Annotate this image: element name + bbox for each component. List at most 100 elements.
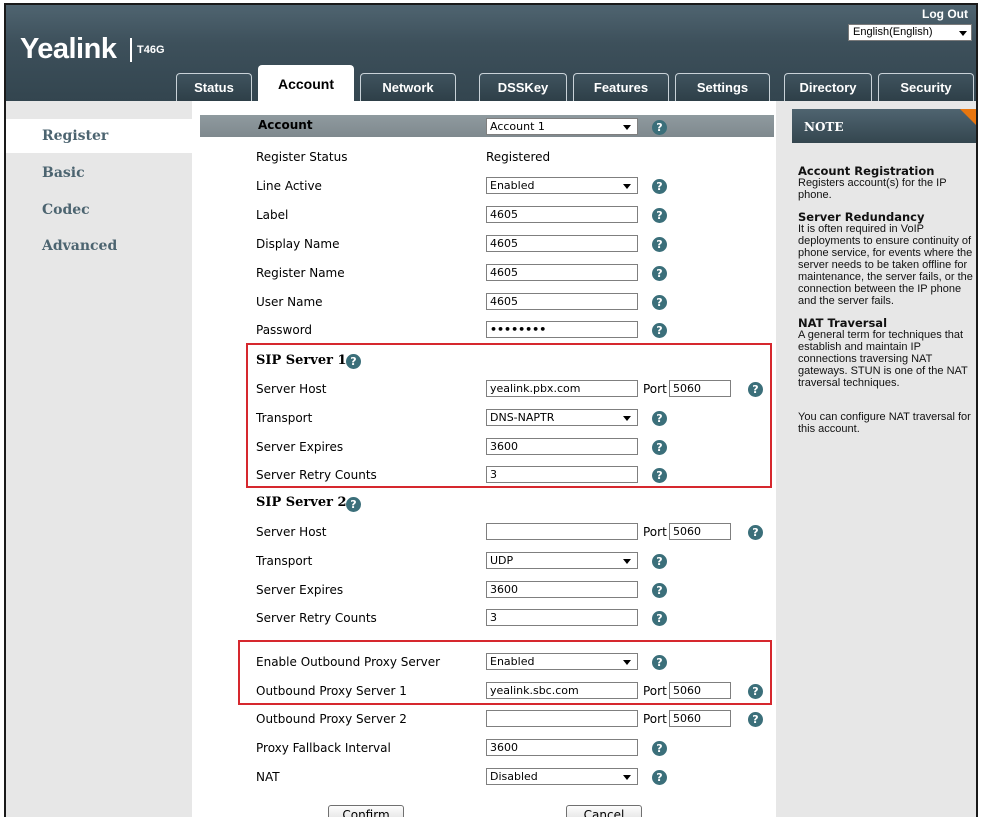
line-active-value: Enabled bbox=[490, 179, 535, 192]
sip1-transport-select[interactable]: DNS-NAPTR bbox=[486, 409, 638, 426]
outbound-enable-value: Enabled bbox=[490, 655, 535, 668]
note-title: NOTE bbox=[804, 120, 844, 134]
register-status-value: Registered bbox=[486, 150, 551, 164]
tab-status[interactable]: Status bbox=[176, 73, 252, 101]
user-name-input[interactable]: 4605 bbox=[486, 293, 638, 310]
outbound2-port-input[interactable]: 5060 bbox=[669, 710, 731, 727]
tab-account[interactable]: Account bbox=[258, 65, 354, 101]
sip2-server-host-label: Server Host bbox=[256, 525, 327, 539]
tab-security[interactable]: Security bbox=[878, 73, 974, 101]
sip2-expires-input[interactable]: 3600 bbox=[486, 581, 638, 598]
user-name-label: User Name bbox=[256, 295, 323, 309]
help-icon[interactable]: ? bbox=[652, 440, 667, 455]
fallback-input[interactable]: 3600 bbox=[486, 739, 638, 756]
corner-triangle-icon bbox=[960, 109, 976, 129]
help-icon[interactable]: ? bbox=[652, 208, 667, 223]
sidebar-item-codec[interactable]: Codec bbox=[42, 202, 90, 218]
sip2-transport-value: UDP bbox=[490, 554, 514, 567]
tab-dsskey[interactable]: DSSKey bbox=[479, 73, 567, 101]
help-icon[interactable]: ? bbox=[748, 712, 763, 727]
language-select[interactable]: English(English) bbox=[848, 24, 972, 41]
help-icon[interactable]: ? bbox=[652, 120, 667, 135]
tab-network[interactable]: Network bbox=[360, 73, 456, 101]
chevron-down-icon bbox=[623, 416, 631, 421]
password-input[interactable]: •••••••• bbox=[486, 321, 638, 338]
nat-label: NAT bbox=[256, 770, 280, 784]
tab-settings[interactable]: Settings bbox=[675, 73, 770, 101]
help-icon[interactable]: ? bbox=[652, 741, 667, 756]
sip-server-2-title: SIP Server 2 bbox=[256, 495, 347, 510]
nat-select[interactable]: Disabled bbox=[486, 768, 638, 785]
chevron-down-icon bbox=[623, 559, 631, 564]
register-name-input[interactable]: 4605 bbox=[486, 264, 638, 281]
sidebar: Register Basic Codec Advanced bbox=[6, 101, 192, 817]
note-text: Registers account(s) for the IP phone. bbox=[798, 177, 947, 201]
sip1-expires-label: Server Expires bbox=[256, 440, 344, 454]
sip2-transport-select[interactable]: UDP bbox=[486, 552, 638, 569]
sidebar-item-advanced[interactable]: Advanced bbox=[42, 238, 117, 254]
account-select[interactable]: Account 1 bbox=[486, 118, 638, 135]
sip1-retry-label: Server Retry Counts bbox=[256, 468, 377, 482]
help-icon[interactable]: ? bbox=[748, 525, 763, 540]
sip2-transport-label: Transport bbox=[256, 554, 313, 568]
outbound2-input[interactable] bbox=[486, 710, 638, 727]
chevron-down-icon bbox=[623, 660, 631, 665]
note-heading: Server Redundancy bbox=[798, 210, 925, 224]
cancel-button[interactable]: Cancel bbox=[566, 805, 642, 817]
sip2-retry-input[interactable]: 3 bbox=[486, 609, 638, 626]
help-icon[interactable]: ? bbox=[652, 323, 667, 338]
sip1-server-host-input[interactable]: yealink.pbx.com bbox=[486, 380, 638, 397]
help-icon[interactable]: ? bbox=[652, 468, 667, 483]
sip2-server-host-input[interactable] bbox=[486, 523, 638, 540]
fallback-label: Proxy Fallback Interval bbox=[256, 741, 391, 755]
help-icon[interactable]: ? bbox=[652, 295, 667, 310]
register-form: Account Account 1 ? Register Status Regi… bbox=[192, 101, 785, 817]
sip1-expires-input[interactable]: 3600 bbox=[486, 438, 638, 455]
outbound1-port-label: Port bbox=[643, 684, 667, 698]
display-name-label: Display Name bbox=[256, 237, 340, 251]
help-icon[interactable]: ? bbox=[652, 583, 667, 598]
sip1-transport-label: Transport bbox=[256, 411, 313, 425]
confirm-button[interactable]: Confirm bbox=[328, 805, 404, 817]
outbound-enable-select[interactable]: Enabled bbox=[486, 653, 638, 670]
help-icon[interactable]: ? bbox=[652, 611, 667, 626]
help-icon[interactable]: ? bbox=[652, 770, 667, 785]
chevron-down-icon bbox=[623, 125, 631, 130]
chevron-down-icon bbox=[959, 31, 967, 36]
help-icon[interactable]: ? bbox=[652, 554, 667, 569]
chevron-down-icon bbox=[623, 775, 631, 780]
sip1-retry-input[interactable]: 3 bbox=[486, 466, 638, 483]
help-icon[interactable]: ? bbox=[748, 382, 763, 397]
sip2-port-label: Port bbox=[643, 525, 667, 539]
tab-features[interactable]: Features bbox=[573, 73, 669, 101]
sidebar-item-basic[interactable]: Basic bbox=[42, 165, 85, 181]
help-icon[interactable]: ? bbox=[652, 237, 667, 252]
sidebar-item-register[interactable]: Register bbox=[6, 119, 192, 153]
help-icon[interactable]: ? bbox=[652, 411, 667, 426]
help-icon[interactable]: ? bbox=[652, 266, 667, 281]
tab-directory[interactable]: Directory bbox=[784, 73, 872, 101]
register-name-label: Register Name bbox=[256, 266, 345, 280]
logout-link[interactable]: Log Out bbox=[922, 7, 968, 21]
help-icon[interactable]: ? bbox=[346, 497, 361, 512]
note-body: Account Registration Registers account(s)… bbox=[798, 165, 976, 445]
help-icon[interactable]: ? bbox=[748, 684, 763, 699]
sip1-port-input[interactable]: 5060 bbox=[669, 380, 731, 397]
note-text: It is often required in VoIP deployments… bbox=[798, 223, 973, 307]
browser-frame: Yealink T46G Log Out English(English) St… bbox=[4, 3, 978, 817]
sip-server-1-title: SIP Server 1 bbox=[256, 353, 347, 368]
note-heading: Account Registration bbox=[798, 164, 935, 178]
help-icon[interactable]: ? bbox=[652, 179, 667, 194]
outbound1-input[interactable]: yealink.sbc.com bbox=[486, 682, 638, 699]
label-input[interactable]: 4605 bbox=[486, 206, 638, 223]
password-label: Password bbox=[256, 323, 313, 337]
help-icon[interactable]: ? bbox=[652, 655, 667, 670]
outbound1-port-input[interactable]: 5060 bbox=[669, 682, 731, 699]
display-name-input[interactable]: 4605 bbox=[486, 235, 638, 252]
line-active-select[interactable]: Enabled bbox=[486, 177, 638, 194]
sip2-port-input[interactable]: 5060 bbox=[669, 523, 731, 540]
logo-separator bbox=[130, 38, 132, 62]
help-icon[interactable]: ? bbox=[346, 354, 361, 369]
note-text: You can configure NAT traversal for this… bbox=[798, 411, 971, 435]
sip1-server-host-label: Server Host bbox=[256, 382, 327, 396]
